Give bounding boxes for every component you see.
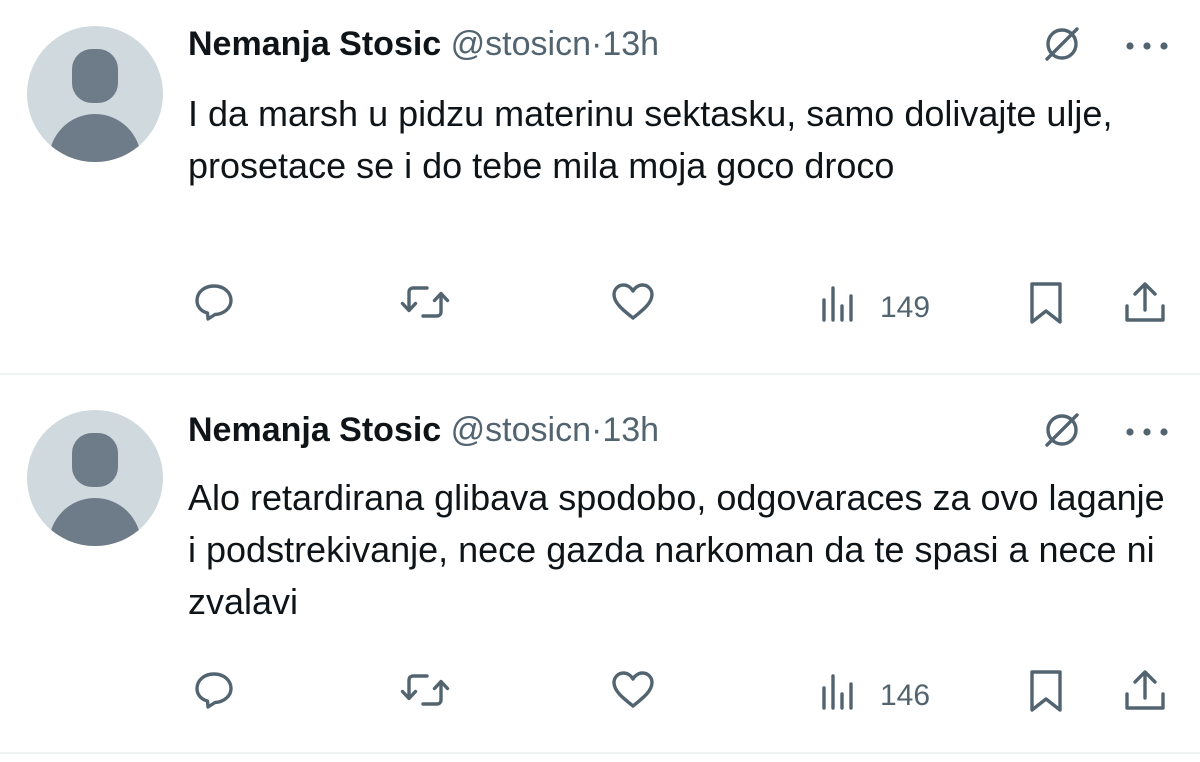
views-count[interactable]: 146 (880, 676, 930, 716)
tweet-time[interactable]: 13h (602, 25, 659, 63)
views-icon[interactable] (818, 668, 864, 712)
tweet-text: I da marsh u pidzu materinu sektasku, sa… (188, 93, 1113, 186)
avatar[interactable] (27, 410, 163, 546)
reply-icon[interactable] (192, 280, 236, 324)
tweet-divider (0, 752, 1200, 754)
author-name[interactable]: Nemanja Stosic (188, 25, 441, 63)
tweet-text: Alo retardirana glibava spodobo, odgovar… (188, 477, 1165, 622)
grok-icon[interactable] (1042, 24, 1082, 64)
more-icon[interactable] (1124, 426, 1170, 438)
avatar[interactable] (27, 26, 163, 162)
tweet[interactable]: Nemanja Stosic @stosicn·13h I da marsh u… (0, 0, 1200, 373)
action-bar: 146 (0, 668, 1200, 728)
author-handle[interactable]: @stosicn (451, 25, 591, 63)
separator-dot: · (591, 411, 603, 449)
tweet-time[interactable]: 13h (602, 411, 659, 449)
bookmark-icon[interactable] (1026, 280, 1066, 326)
author-name[interactable]: Nemanja Stosic (188, 411, 441, 449)
bookmark-icon[interactable] (1026, 668, 1066, 714)
views-icon[interactable] (818, 280, 864, 324)
share-icon[interactable] (1122, 668, 1168, 714)
heart-icon[interactable] (610, 280, 656, 324)
retweet-icon[interactable] (400, 280, 450, 324)
grok-icon[interactable] (1042, 410, 1082, 450)
action-bar: 149 (0, 280, 1200, 340)
retweet-icon[interactable] (400, 668, 450, 712)
tweet-header: Nemanja Stosic @stosicn·13h (188, 406, 659, 454)
more-icon[interactable] (1124, 40, 1170, 52)
tweet[interactable]: Nemanja Stosic @stosicn·13h Alo retardir… (0, 376, 1200, 752)
heart-icon[interactable] (610, 668, 656, 712)
views-count[interactable]: 149 (880, 288, 930, 328)
tweet-header: Nemanja Stosic @stosicn·13h (188, 20, 659, 68)
share-icon[interactable] (1122, 280, 1168, 326)
separator-dot: · (591, 25, 603, 63)
tweet-divider (0, 373, 1200, 375)
author-handle[interactable]: @stosicn (451, 411, 591, 449)
reply-icon[interactable] (192, 668, 236, 712)
